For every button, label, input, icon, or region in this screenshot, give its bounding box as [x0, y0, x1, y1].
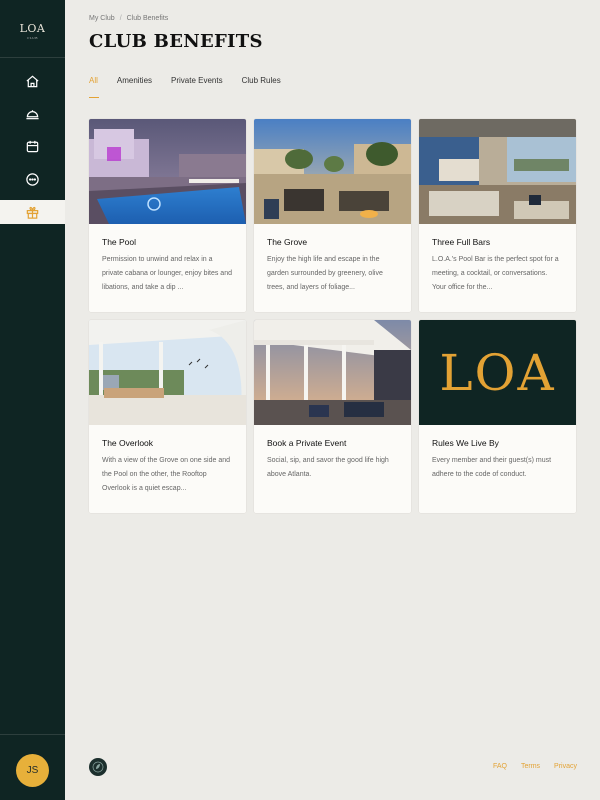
page-title: CLUB BENEFITS [89, 31, 263, 52]
nav-divider [0, 57, 65, 58]
nav-benefits[interactable] [0, 200, 65, 224]
breadcrumb-my-club[interactable]: My Club [89, 15, 115, 22]
gift-icon [26, 206, 39, 219]
footer-link-faq[interactable]: FAQ [493, 763, 507, 770]
pool-image [89, 119, 246, 224]
overlook-image [89, 320, 246, 425]
benefit-card-pool[interactable]: The Pool Permission to unwind and relax … [89, 119, 246, 312]
tab-club-rules[interactable]: Club Rules [242, 76, 281, 98]
nav-calendar[interactable] [0, 134, 65, 158]
card-title: Book a Private Event [267, 438, 347, 448]
breadcrumb-separator: / [119, 15, 122, 22]
logo-subtext: CLUB [27, 36, 38, 40]
card-title: Three Full Bars [432, 237, 491, 247]
card-title: The Overlook [102, 438, 154, 448]
private-event-image [254, 320, 411, 425]
home-icon [26, 75, 39, 87]
logo[interactable]: LOA CLUB [0, 22, 65, 40]
card-description: Permission to unwind and relax in a priv… [102, 256, 232, 291]
card-description: With a view of the Grove on one side and… [102, 457, 231, 492]
calendar-icon [26, 140, 39, 152]
tab-amenities[interactable]: Amenities [117, 76, 152, 98]
card-description: Social, sip, and savor the good life hig… [267, 457, 389, 478]
card-description: Every member and their guest(s) must adh… [432, 457, 552, 478]
benefit-card-private-event[interactable]: Book a Private Event Social, sip, and sa… [254, 320, 411, 513]
card-title: Rules We Live By [432, 438, 499, 448]
nav-home[interactable] [0, 69, 65, 93]
tab-private-events[interactable]: Private Events [171, 76, 223, 98]
sidebar: LOA CLUB JS [0, 0, 65, 800]
benefit-card-rules[interactable]: LOA Rules We Live By Every member and th… [419, 320, 576, 513]
leaf-icon [92, 761, 104, 773]
card-title: The Grove [267, 237, 308, 247]
card-description: Enjoy the high life and escape in the ga… [267, 256, 383, 291]
nav-messages[interactable] [0, 167, 65, 191]
benefit-card-grove[interactable]: The Grove Enjoy the high life and escape… [254, 119, 411, 312]
avatar-divider [0, 734, 65, 735]
footer-links: FAQ Terms Privacy [493, 763, 577, 770]
benefits-grid: The Pool Permission to unwind and relax … [89, 119, 576, 513]
tab-all[interactable]: All [89, 76, 99, 98]
benefit-card-overlook[interactable]: The Overlook With a view of the Grove on… [89, 320, 246, 513]
tab-bar: All Amenities Private Events Club Rules [89, 76, 300, 98]
footer-logo-badge [89, 758, 107, 776]
footer-link-privacy[interactable]: Privacy [554, 763, 577, 770]
grove-image [254, 119, 411, 224]
rules-logo-image: LOA [419, 320, 576, 425]
logo-text: LOA [19, 22, 46, 35]
loa-logo: LOA [439, 343, 556, 402]
nav-dining[interactable] [0, 101, 65, 125]
benefit-card-bars[interactable]: Three Full Bars L.O.A.'s Pool Bar is the… [419, 119, 576, 312]
bars-image [419, 119, 576, 224]
breadcrumb: My Club / Club Benefits [89, 15, 168, 22]
card-description: L.O.A.'s Pool Bar is the perfect spot fo… [432, 256, 559, 291]
dining-icon [26, 109, 39, 119]
card-title: The Pool [102, 237, 137, 247]
chat-icon [26, 172, 39, 186]
breadcrumb-current: Club Benefits [126, 15, 169, 22]
footer-link-terms[interactable]: Terms [521, 763, 540, 770]
user-avatar[interactable]: JS [16, 754, 49, 787]
